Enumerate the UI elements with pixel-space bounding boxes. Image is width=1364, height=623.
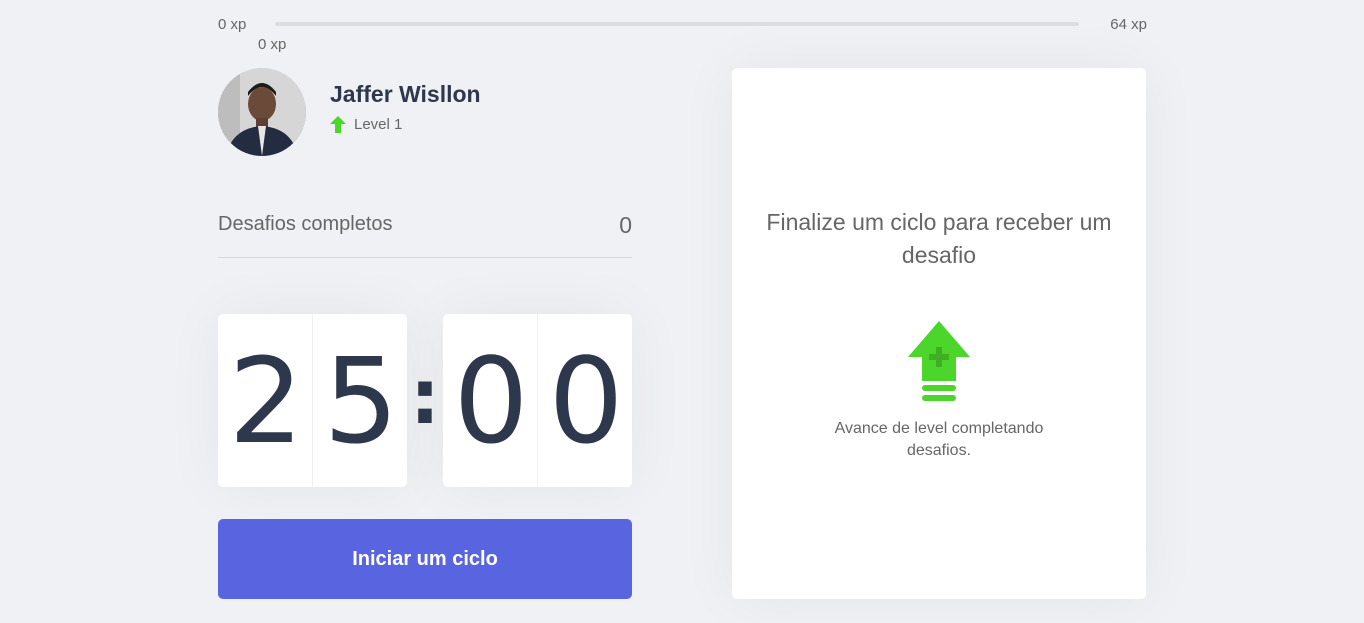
page: 0 xp 64 xp 0 xp Jaffer Wisllon Level 1 D…: [0, 0, 1364, 623]
countdown-separator: :: [409, 352, 441, 441]
start-cycle-button[interactable]: Iniciar um ciclo: [218, 519, 632, 599]
avatar-image: [218, 68, 306, 156]
minute-digit-right: 5: [323, 331, 398, 470]
profile-level-label: Level 1: [354, 116, 403, 133]
xp-max-label: 64 xp: [1110, 16, 1147, 33]
countdown-seconds: 0 0: [443, 314, 632, 487]
challenge-hint: Avance de level completando desafios.: [834, 420, 1044, 459]
challenge-title: Finalize um ciclo para receber um desafi…: [766, 209, 1112, 268]
countdown: 2 5 : 0 0: [218, 314, 632, 487]
level-arrow-icon: [330, 116, 346, 133]
xp-min-label: 0 xp: [218, 16, 247, 33]
second-digit-left: 0: [443, 314, 538, 487]
avatar: [218, 68, 306, 156]
countdown-minutes: 2 5: [218, 314, 407, 487]
completed-challenges: Desafios completos 0: [218, 207, 632, 258]
xp-track: [275, 22, 1079, 26]
profile-level: Level 1: [330, 116, 481, 133]
profile-name: Jaffer Wisllon: [330, 81, 481, 107]
minute-digit-left: 2: [218, 314, 313, 487]
profile-info: Jaffer Wisllon Level 1: [330, 81, 481, 133]
second-digit-right: 0: [548, 331, 623, 470]
completed-challenges-label: Desafios completos: [218, 213, 393, 235]
xp-current-label: 0 xp: [258, 36, 287, 53]
profile: Jaffer Wisllon Level 1: [218, 68, 481, 156]
level-up-icon: [908, 321, 970, 401]
completed-challenges-count: 0: [619, 212, 632, 238]
challenge-box: Finalize um ciclo para receber um desafi…: [732, 68, 1146, 599]
experience-bar: 0 xp 64 xp 0 xp: [218, 14, 1147, 54]
